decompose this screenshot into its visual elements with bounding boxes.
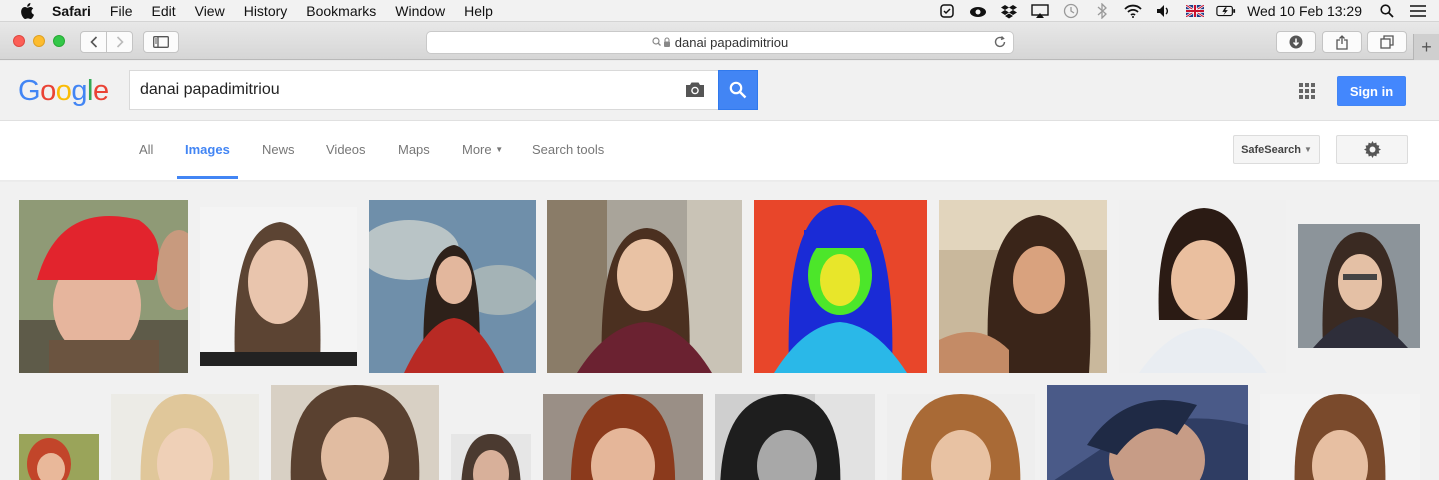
image-result[interactable] xyxy=(111,394,259,480)
minimize-window-button[interactable] xyxy=(33,35,45,47)
wifi-icon[interactable] xyxy=(1123,3,1143,19)
airplay-icon[interactable] xyxy=(1030,3,1050,19)
search-tabs: All Images News Videos Maps More ▼ Searc… xyxy=(0,121,1439,181)
tab-search-tools[interactable]: Search tools xyxy=(532,142,604,157)
share-button[interactable] xyxy=(1322,31,1362,53)
status-tray: Wed 10 Feb 13:29 xyxy=(937,0,1439,22)
sidebar-button[interactable] xyxy=(143,31,179,53)
image-result[interactable] xyxy=(19,434,99,480)
history-nav xyxy=(80,31,133,53)
image-result[interactable] xyxy=(543,394,703,480)
safesearch-label: SafeSearch xyxy=(1241,143,1301,156)
browser-toolbar: danai papadimitriou + xyxy=(0,22,1439,60)
active-tab-indicator xyxy=(177,176,238,179)
reload-icon[interactable] xyxy=(993,35,1007,49)
image-result[interactable] xyxy=(369,200,536,373)
chevron-down-icon: ▼ xyxy=(495,145,504,154)
menu-file[interactable]: File xyxy=(110,3,133,19)
time-machine-icon[interactable] xyxy=(1061,3,1081,19)
dropbox-icon[interactable] xyxy=(999,3,1019,19)
tab-videos[interactable]: Videos xyxy=(326,142,366,157)
tab-news[interactable]: News xyxy=(262,142,295,157)
image-result[interactable] xyxy=(1047,385,1248,480)
forward-button[interactable] xyxy=(106,32,132,52)
tab-images[interactable]: Images xyxy=(185,142,230,157)
image-result[interactable] xyxy=(1119,200,1286,373)
forward-icon xyxy=(116,36,124,48)
menu-window[interactable]: Window xyxy=(395,3,445,19)
search-input[interactable] xyxy=(140,81,660,99)
search-button[interactable] xyxy=(718,70,758,110)
close-window-button[interactable] xyxy=(13,35,25,47)
download-icon xyxy=(1289,35,1303,49)
notification-center-icon[interactable] xyxy=(1408,3,1428,19)
downloads-button[interactable] xyxy=(1276,31,1316,53)
image-result[interactable] xyxy=(1298,224,1420,348)
image-result[interactable] xyxy=(887,394,1035,480)
gear-icon xyxy=(1363,141,1381,158)
image-result[interactable] xyxy=(200,207,357,366)
cloud-icon[interactable] xyxy=(968,3,988,19)
image-result[interactable] xyxy=(547,200,742,373)
menu-help[interactable]: Help xyxy=(464,3,493,19)
back-button[interactable] xyxy=(81,32,106,52)
search-icon xyxy=(729,81,747,99)
show-tabs-button[interactable] xyxy=(1367,31,1407,53)
tab-maps[interactable]: Maps xyxy=(398,142,430,157)
menu-clock[interactable]: Wed 10 Feb 13:29 xyxy=(1247,3,1362,19)
sign-in-button[interactable]: Sign in xyxy=(1337,76,1406,106)
battery-icon[interactable] xyxy=(1216,3,1236,19)
sidebar-icon xyxy=(153,36,169,48)
image-result[interactable] xyxy=(939,200,1107,373)
spotlight-icon[interactable] xyxy=(1377,3,1397,19)
volume-icon[interactable] xyxy=(1154,3,1174,19)
search-box xyxy=(129,70,719,110)
google-logo[interactable]: Google xyxy=(18,75,109,115)
menu-history[interactable]: History xyxy=(244,3,288,19)
image-result[interactable] xyxy=(271,385,439,480)
image-result[interactable] xyxy=(19,200,188,373)
apps-icon[interactable] xyxy=(1299,83,1315,99)
image-result[interactable] xyxy=(1260,394,1420,480)
menu-safari[interactable]: Safari xyxy=(52,3,91,19)
image-result[interactable] xyxy=(754,200,927,373)
tab-more[interactable]: More ▼ xyxy=(462,142,503,157)
uk-flag-icon[interactable] xyxy=(1185,3,1205,19)
tabs-icon xyxy=(1380,35,1394,49)
menu-edit[interactable]: Edit xyxy=(151,3,175,19)
image-result[interactable] xyxy=(451,434,531,480)
checkbox-icon[interactable] xyxy=(937,3,957,19)
back-icon xyxy=(90,36,97,48)
image-results xyxy=(0,182,1439,480)
settings-button[interactable] xyxy=(1336,135,1408,164)
tab-all[interactable]: All xyxy=(139,142,153,157)
camera-icon[interactable] xyxy=(685,81,705,98)
tab-more-label: More xyxy=(462,142,492,157)
fullscreen-window-button[interactable] xyxy=(53,35,65,47)
image-result[interactable] xyxy=(715,394,875,480)
menu-bookmarks[interactable]: Bookmarks xyxy=(306,3,376,19)
safesearch-button[interactable]: SafeSearch ▼ xyxy=(1233,135,1320,164)
chevron-down-icon: ▼ xyxy=(1304,145,1312,154)
share-icon xyxy=(1336,34,1348,50)
bluetooth-icon[interactable] xyxy=(1092,3,1112,19)
menu-bar: Safari File Edit View History Bookmarks … xyxy=(0,0,1439,22)
lock-icon xyxy=(652,37,670,48)
address-text: danai papadimitriou xyxy=(674,35,789,50)
new-tab-button[interactable]: + xyxy=(1413,34,1439,60)
google-header: Google Sign in xyxy=(0,61,1439,121)
address-bar[interactable]: danai papadimitriou xyxy=(426,31,1014,54)
apple-icon[interactable] xyxy=(20,2,36,19)
svg-text:Google: Google xyxy=(18,75,108,107)
menu-view[interactable]: View xyxy=(195,3,225,19)
